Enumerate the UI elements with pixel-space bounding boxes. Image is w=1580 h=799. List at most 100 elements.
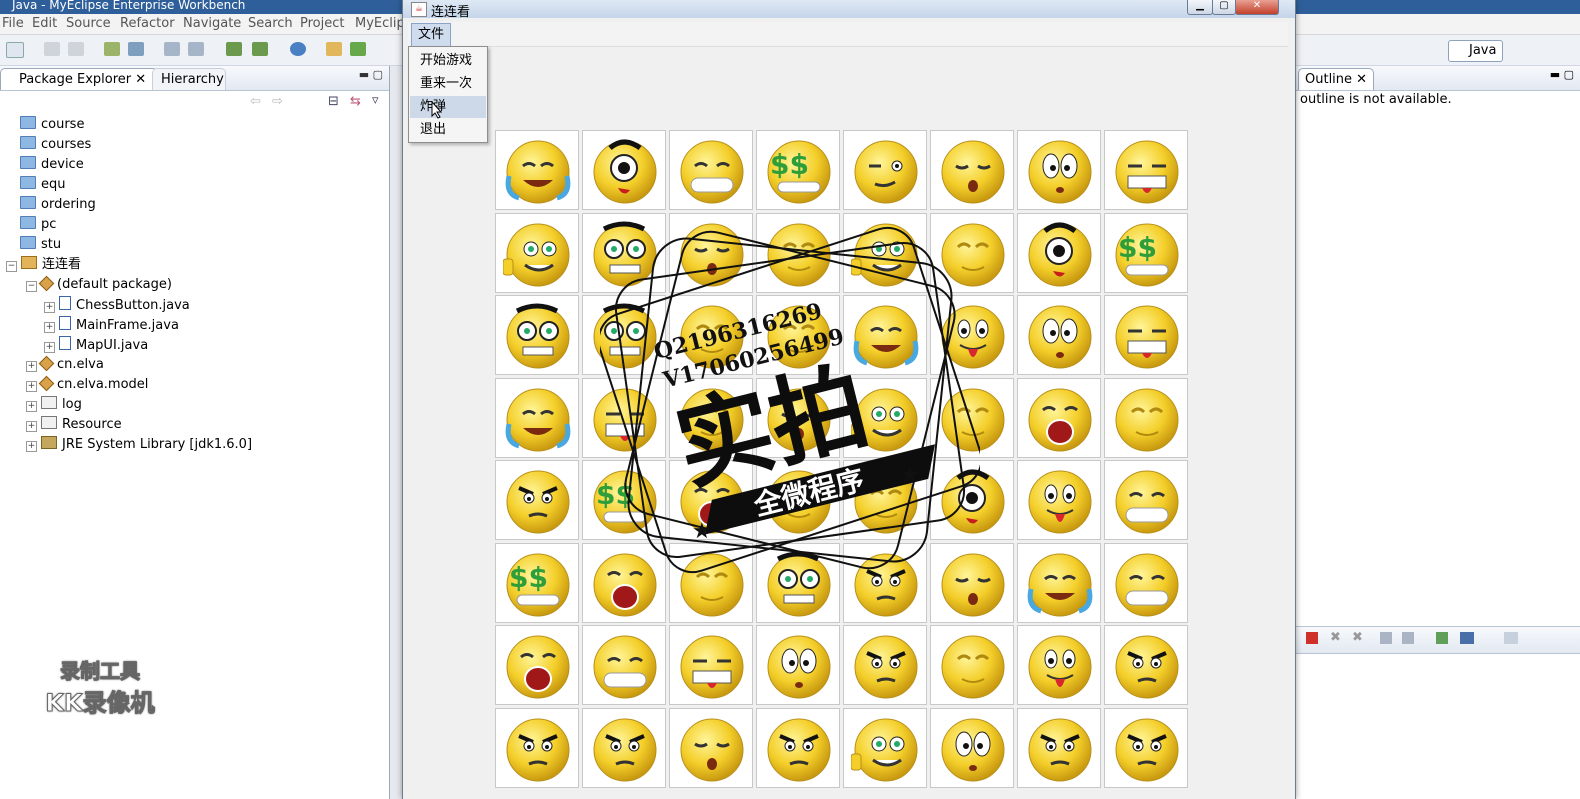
menu-navigate[interactable]: Navigate bbox=[183, 16, 241, 31]
board-tile[interactable] bbox=[930, 377, 1014, 458]
expand-icon[interactable]: + bbox=[44, 342, 55, 353]
board-tile[interactable] bbox=[930, 460, 1014, 540]
run-as-icon[interactable] bbox=[252, 42, 268, 56]
board-tile[interactable] bbox=[843, 295, 927, 375]
view-minimize-maximize[interactable]: ▬ ▢ bbox=[359, 68, 383, 81]
board-tile[interactable] bbox=[843, 625, 927, 705]
game-menu-file[interactable]: 文件 bbox=[411, 23, 452, 47]
expand-icon[interactable]: + bbox=[26, 361, 37, 372]
tree-item-log[interactable]: + log bbox=[26, 396, 82, 414]
tree-item-stu[interactable]: stu bbox=[20, 236, 61, 254]
tree-item-project[interactable]: − 连连看 bbox=[6, 256, 81, 274]
menu-item-restart[interactable]: 重来一次 bbox=[410, 73, 486, 95]
tree-item-courses[interactable]: courses bbox=[20, 136, 91, 154]
board-tile[interactable] bbox=[756, 707, 840, 788]
clear-console-icon[interactable] bbox=[1380, 632, 1392, 644]
board-tile[interactable] bbox=[582, 542, 666, 623]
board-tile[interactable]: $$ bbox=[1104, 212, 1188, 293]
remove-launch-icon[interactable]: ✖ bbox=[1330, 630, 1341, 645]
board-tile[interactable] bbox=[1104, 130, 1188, 210]
expand-icon[interactable]: + bbox=[44, 302, 55, 313]
menu-source[interactable]: Source bbox=[66, 16, 111, 31]
tab-outline[interactable]: Outline ✕ bbox=[1298, 68, 1375, 90]
board-tile[interactable] bbox=[1104, 460, 1188, 540]
menu-myeclipse[interactable]: MyEclip bbox=[355, 16, 405, 31]
board-tile[interactable] bbox=[843, 707, 927, 788]
tree-item-chessbutton[interactable]: + ChessButton.java bbox=[44, 296, 190, 314]
tree-item-cn-elva-model[interactable]: + cn.elva.model bbox=[26, 375, 148, 394]
expand-icon[interactable]: + bbox=[44, 322, 55, 333]
save-all-icon[interactable] bbox=[68, 42, 84, 56]
collapse-icon[interactable]: − bbox=[26, 281, 37, 292]
tree-item-default-package[interactable]: − (default package) bbox=[26, 275, 172, 294]
collapse-all-icon[interactable]: ⊟ bbox=[328, 94, 339, 109]
view-minimize-maximize[interactable]: ▬ ▢ bbox=[1550, 68, 1574, 81]
tree-item-resource[interactable]: + Resource bbox=[26, 416, 122, 434]
tree-item-device[interactable]: device bbox=[20, 156, 84, 174]
board-tile[interactable] bbox=[843, 212, 927, 293]
board-tile[interactable] bbox=[930, 707, 1014, 788]
tree-item-mapui[interactable]: + MapUI.java bbox=[44, 336, 148, 354]
open-folder-icon[interactable] bbox=[326, 42, 342, 56]
menu-item-bomb[interactable]: 炸弹 bbox=[410, 96, 486, 118]
board-tile[interactable] bbox=[1104, 542, 1188, 623]
board-tile[interactable]: $$ bbox=[495, 542, 579, 623]
board-tile[interactable] bbox=[1104, 295, 1188, 375]
board-tile[interactable] bbox=[1017, 212, 1101, 293]
board-tile[interactable] bbox=[669, 130, 753, 210]
tab-hierarchy[interactable]: Hierarchy bbox=[152, 68, 226, 90]
board-tile[interactable] bbox=[669, 460, 753, 540]
board-tile[interactable] bbox=[495, 295, 579, 375]
board-tile[interactable] bbox=[1104, 377, 1188, 458]
menu-search[interactable]: Search bbox=[248, 16, 293, 31]
board-tile[interactable] bbox=[495, 460, 579, 540]
remove-all-icon[interactable]: ✖ bbox=[1352, 630, 1363, 645]
board-tile[interactable] bbox=[669, 625, 753, 705]
board-tile[interactable] bbox=[495, 377, 579, 458]
pin-console-icon[interactable] bbox=[1436, 632, 1448, 644]
tree-item-mainframe[interactable]: + MainFrame.java bbox=[44, 316, 179, 334]
expand-icon[interactable]: + bbox=[26, 421, 37, 432]
board-tile[interactable] bbox=[756, 542, 840, 623]
display-console-icon[interactable] bbox=[1460, 632, 1474, 644]
menu-file[interactable]: File bbox=[2, 16, 24, 31]
board-tile[interactable] bbox=[756, 377, 840, 458]
tree-item-ordering[interactable]: ordering bbox=[20, 196, 96, 214]
board-tile[interactable] bbox=[495, 212, 579, 293]
board-tile[interactable] bbox=[756, 460, 840, 540]
close-button[interactable]: ✕ bbox=[1235, 0, 1279, 15]
board-tile[interactable] bbox=[669, 295, 753, 375]
board-tile[interactable] bbox=[843, 460, 927, 540]
expand-icon[interactable]: + bbox=[26, 441, 37, 452]
board-tile[interactable] bbox=[1017, 130, 1101, 210]
board-tile[interactable] bbox=[495, 625, 579, 705]
maximize-button[interactable]: ▢ bbox=[1212, 0, 1236, 15]
expand-icon[interactable]: + bbox=[26, 381, 37, 392]
board-tile[interactable] bbox=[930, 212, 1014, 293]
globe-icon[interactable] bbox=[290, 42, 306, 56]
board-tile[interactable] bbox=[930, 295, 1014, 375]
board-tile[interactable] bbox=[1017, 625, 1101, 705]
save-icon[interactable] bbox=[44, 42, 60, 56]
debug-icon[interactable] bbox=[104, 42, 120, 56]
board-tile[interactable] bbox=[1017, 460, 1101, 540]
menu-project[interactable]: Project bbox=[300, 16, 344, 31]
board-tile[interactable] bbox=[669, 212, 753, 293]
board-tile[interactable] bbox=[1104, 707, 1188, 788]
board-tile[interactable] bbox=[669, 542, 753, 623]
open-console-icon[interactable] bbox=[1504, 632, 1518, 644]
board-tile[interactable] bbox=[756, 212, 840, 293]
board-tile[interactable] bbox=[843, 130, 927, 210]
board-tile[interactable] bbox=[582, 707, 666, 788]
board-tile[interactable] bbox=[756, 295, 840, 375]
minimize-button[interactable]: ▁ bbox=[1187, 0, 1213, 15]
tab-package-explorer[interactable]: Package Explorer ✕ bbox=[0, 68, 158, 90]
board-tile[interactable] bbox=[1017, 542, 1101, 623]
board-tile[interactable] bbox=[495, 707, 579, 788]
forward-icon[interactable]: ⇨ bbox=[272, 94, 283, 109]
tree-item-pc[interactable]: pc bbox=[20, 216, 56, 234]
board-tile[interactable] bbox=[495, 130, 579, 210]
deploy-icon[interactable] bbox=[164, 42, 180, 56]
back-icon[interactable]: ⇦ bbox=[250, 94, 261, 109]
new-java-icon[interactable] bbox=[350, 42, 366, 56]
